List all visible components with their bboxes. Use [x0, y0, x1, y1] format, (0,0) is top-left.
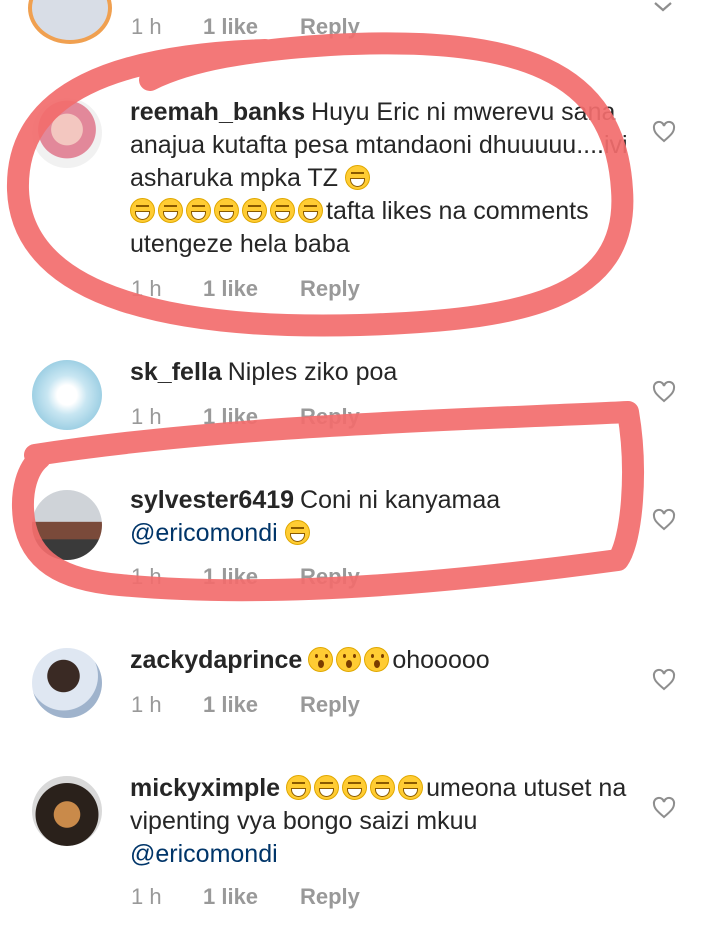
laugh-emoji	[242, 198, 267, 223]
chevron-down-icon[interactable]	[652, 0, 674, 14]
avatar[interactable]	[32, 776, 102, 846]
laugh-emoji	[270, 198, 295, 223]
laugh-emoji	[342, 775, 368, 800]
wow-emoji	[364, 647, 390, 672]
laugh-emoji	[286, 775, 312, 800]
wow-emoji	[336, 647, 362, 672]
laugh-emoji	[214, 198, 239, 223]
likes-link[interactable]: 1 like	[203, 692, 258, 718]
laugh-emoji	[284, 520, 310, 545]
wow-emoji	[308, 647, 334, 672]
laugh-emoji	[398, 775, 424, 800]
comment-username[interactable]: zackydaprince	[130, 646, 302, 674]
laugh-emoji	[158, 198, 183, 223]
heart-icon[interactable]	[652, 508, 676, 532]
reply-button[interactable]: Reply	[300, 404, 360, 430]
avatar[interactable]	[32, 360, 102, 430]
comment-body: Niples ziko poa	[227, 358, 398, 386]
avatar[interactable]	[28, 0, 112, 44]
comment-username[interactable]: reemah_banks	[130, 98, 305, 126]
laugh-emoji	[314, 775, 340, 800]
laugh-emoji	[186, 198, 211, 223]
reply-button[interactable]: Reply	[300, 14, 360, 40]
comment-time: 1 h	[131, 692, 162, 717]
laugh-emoji	[370, 775, 396, 800]
comment-text: zackydaprince ohooooo	[130, 644, 630, 677]
comment-time: 1 h	[131, 14, 162, 39]
comment-time: 1 h	[131, 564, 162, 589]
laugh-emoji	[130, 198, 155, 223]
comment-text: reemah_banks Huyu Eric ni mwerevu sana an…	[130, 96, 630, 261]
mention-link[interactable]: @ericomondi	[130, 519, 278, 547]
comment-body: Coni ni kanyamaa	[300, 486, 501, 514]
heart-icon[interactable]	[652, 120, 676, 144]
comment-text: sylvester6419 Coni ni kanyamaa @ericomondi	[130, 484, 630, 550]
heart-icon[interactable]	[652, 380, 676, 404]
reply-button[interactable]: Reply	[300, 884, 360, 910]
comment-username[interactable]: mickyximple	[130, 774, 280, 802]
likes-link[interactable]: 1 like	[203, 14, 258, 40]
laugh-emoji	[298, 198, 323, 223]
likes-link[interactable]: 1 like	[203, 276, 258, 302]
avatar[interactable]	[32, 98, 102, 168]
comment-time: 1 h	[131, 884, 162, 909]
likes-link[interactable]: 1 like	[203, 564, 258, 590]
heart-icon[interactable]	[652, 796, 676, 820]
comment-body: ohooooo	[392, 646, 490, 674]
avatar[interactable]	[32, 490, 102, 560]
mention-link[interactable]: @ericomondi	[130, 840, 278, 868]
laugh-emoji	[344, 165, 370, 190]
comment-text: sk_fella Niples ziko poa	[130, 356, 630, 389]
reply-button[interactable]: Reply	[300, 692, 360, 718]
comment-time: 1 h	[131, 276, 162, 301]
reply-button[interactable]: Reply	[300, 276, 360, 302]
comment-username[interactable]: sk_fella	[130, 358, 222, 386]
heart-icon[interactable]	[652, 668, 676, 692]
likes-link[interactable]: 1 like	[203, 884, 258, 910]
comment-time: 1 h	[131, 404, 162, 429]
likes-link[interactable]: 1 like	[203, 404, 258, 430]
comment-username[interactable]: sylvester6419	[130, 486, 294, 514]
avatar[interactable]	[32, 648, 102, 718]
comment-text: mickyximple umeona utuset na vipenting vy…	[130, 772, 630, 871]
reply-button[interactable]: Reply	[300, 564, 360, 590]
